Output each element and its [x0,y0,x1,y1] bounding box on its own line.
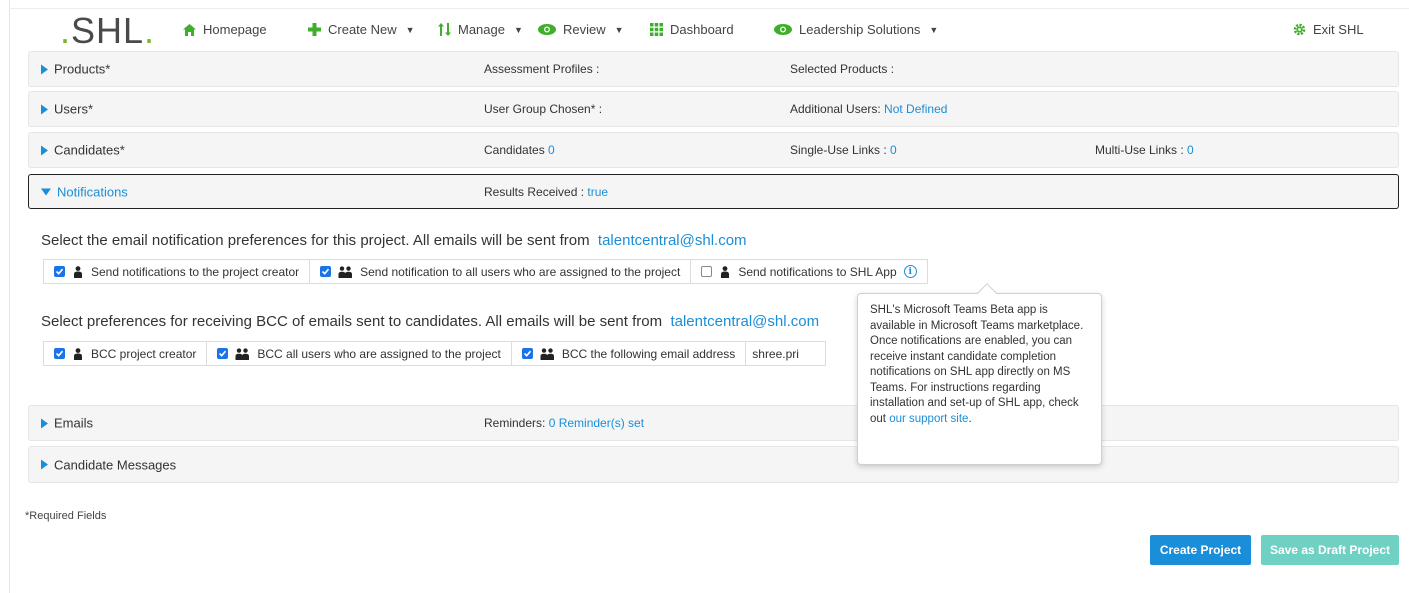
page-left-border [9,0,10,593]
multi-use-links: Multi-Use Links : 0 [1095,143,1194,157]
section-products[interactable]: Products* Assessment Profiles : Selected… [28,51,1399,87]
expand-arrow-icon [41,145,48,155]
expand-arrow-icon [41,418,48,428]
section-emails[interactable]: Emails Reminders: 0 Reminder(s) set [28,405,1399,441]
email-notification-options: Send notifications to the project creato… [43,259,928,284]
tooltip-arrow [977,283,997,303]
selected-products-label: Selected Products : [790,62,895,76]
single-use-links: Single-Use Links : 0 [790,143,897,157]
eye-icon [538,23,556,37]
nav-dashboard[interactable]: Dashboard [649,22,734,37]
single-user-icon [72,265,84,278]
results-received: Results Received : true [484,184,609,199]
single-user-icon [719,265,731,278]
section-notifications[interactable]: Notifications Results Received : true [28,174,1399,209]
checkbox-checked[interactable] [54,348,65,359]
home-icon [182,23,196,37]
option-bcc-assigned-users[interactable]: BCC all users who are assigned to the pr… [207,341,512,366]
multi-user-icon [235,347,250,360]
checkbox-checked[interactable] [54,266,65,277]
sender-email-link[interactable]: talentcentral@shl.com [598,232,747,249]
bcc-preference-text: Select preferences for receiving BCC of … [41,313,820,330]
chevron-down-icon: ▼ [929,24,939,35]
assessment-profiles-label: Assessment Profiles : [484,62,600,76]
expand-arrow-icon [41,104,48,114]
chevron-down-icon: ▼ [405,24,415,35]
section-candidates[interactable]: Candidates* Candidates 0 Single-Use Link… [28,132,1399,168]
option-bcc-email-address[interactable]: BCC the following email address [511,341,747,366]
email-preference-text: Select the email notification preference… [41,232,747,249]
checkbox-checked[interactable] [521,348,533,359]
option-bcc-project-creator[interactable]: BCC project creator [43,341,208,366]
additional-users-value[interactable]: Not Defined [884,102,947,116]
section-users-header[interactable]: Users* [41,102,93,117]
nav-exit-shl[interactable]: Exit SHL [1292,22,1364,37]
expand-arrow-icon [41,64,48,74]
option-notify-project-creator[interactable]: Send notifications to the project creato… [43,259,311,284]
section-emails-header[interactable]: Emails [41,416,93,431]
manage-arrows-icon [437,23,451,37]
bcc-sender-email-link[interactable]: talentcentral@shl.com [670,313,819,330]
create-project-button[interactable]: Create Project [1150,535,1251,565]
grid-icon [649,23,663,37]
section-candidate-messages-header[interactable]: Candidate Messages [41,457,176,472]
option-notify-shl-app[interactable]: Send notifications to SHL App i [691,259,928,284]
bcc-email-input[interactable] [746,341,827,366]
section-notifications-header[interactable]: Notifications [41,184,128,199]
shl-app-info-tooltip: SHL's Microsoft Teams Beta app is availa… [857,283,1102,465]
checkbox-unchecked[interactable] [701,266,713,277]
multi-user-icon [338,265,353,278]
bcc-options: BCC project creator BCC all users who ar… [43,341,827,366]
candidates-count: Candidates 0 [484,143,555,157]
plus-icon [307,23,321,37]
shl-logo[interactable]: .SHL. [60,11,155,51]
reminders: Reminders: 0 Reminder(s) set [484,416,645,430]
nav-create-new[interactable]: Create New ▼ [307,22,415,37]
option-notify-assigned-users[interactable]: Send notification to all users who are a… [310,259,692,284]
checkbox-checked[interactable] [320,266,332,277]
single-user-icon [72,347,84,360]
required-fields-note: *Required Fields [25,510,107,522]
support-site-link[interactable]: our support site [889,413,968,425]
checkbox-checked[interactable] [217,348,229,359]
info-icon[interactable]: i [903,265,917,278]
save-draft-project-button[interactable]: Save as Draft Project [1261,535,1399,565]
multi-user-icon [540,347,555,360]
nav-manage[interactable]: Manage ▼ [437,22,523,37]
gear-icon [1292,23,1306,37]
nav-review[interactable]: Review ▼ [538,22,624,37]
section-candidate-messages[interactable]: Candidate Messages [28,446,1399,483]
collapse-arrow-icon [41,188,51,195]
eye-icon [774,23,792,37]
chevron-down-icon: ▼ [614,24,624,35]
section-candidates-header[interactable]: Candidates* [41,143,125,158]
nav-homepage[interactable]: Homepage [182,22,267,37]
nav-leadership-solutions[interactable]: Leadership Solutions ▼ [774,22,938,37]
section-products-header[interactable]: Products* [41,62,110,77]
section-users[interactable]: Users* User Group Chosen* : Additional U… [28,91,1399,127]
additional-users: Additional Users: Not Defined [790,102,948,116]
top-navigation-bar: .SHL. Homepage Create New ▼ Manage ▼ Rev… [10,9,1409,52]
chevron-down-icon: ▼ [513,24,523,35]
expand-arrow-icon [41,459,48,470]
user-group-chosen-label: User Group Chosen* : [484,102,603,116]
